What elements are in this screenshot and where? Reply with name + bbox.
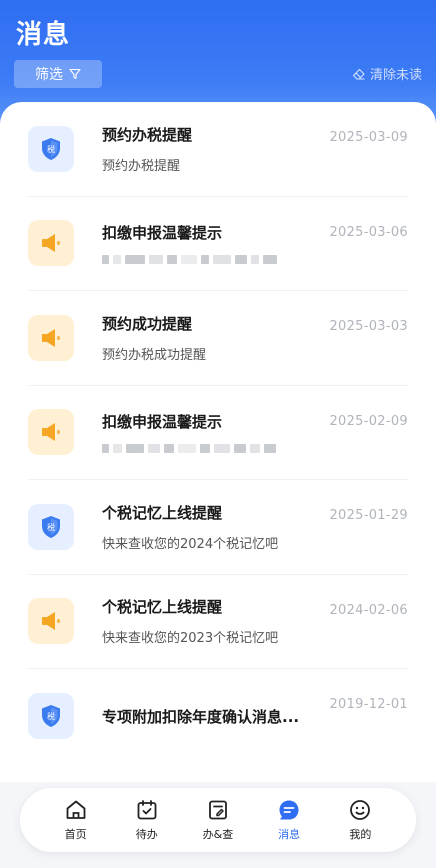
message-item[interactable]: 个税记忆上线提醒 快来查收您的2023个税记忆吧 2024-02-06: [28, 575, 408, 669]
clear-unread-label: 清除未读: [369, 68, 422, 83]
tax-shield-icon: 税: [28, 125, 74, 172]
message-item[interactable]: 扣缴申报温馨提示 2025-03-06: [28, 197, 408, 291]
message-icon: [279, 800, 299, 820]
message-title: 个税记忆上线提醒: [102, 503, 223, 522]
message-title: 扣缴申报温馨提示: [102, 412, 223, 431]
message-date: 2025-03-06: [329, 224, 408, 240]
svg-text:税: 税: [47, 144, 55, 154]
document-edit-icon: [209, 800, 227, 820]
message-card: 税 预约办税提醒 预约办税提醒 2025-03-09 扣缴申报温馨提示 2025…: [0, 102, 436, 782]
message-title: 预约成功提醒: [102, 314, 193, 333]
message-subtitle: 预约办税提醒: [102, 158, 181, 174]
tax-shield-icon: 税: [28, 503, 74, 550]
message-subtitle: 快来查收您的2023个税记忆吧: [102, 631, 279, 647]
calendar-check-icon: [137, 800, 157, 820]
message-item[interactable]: 税 个税记忆上线提醒 快来查收您的2024个税记忆吧 2025-01-29: [28, 480, 408, 575]
speaker-icon: [28, 598, 74, 645]
message-list: 税 预约办税提醒 预约办税提醒 2025-03-09 扣缴申报温馨提示 2025…: [0, 102, 436, 764]
message-date: 2025-03-09: [329, 130, 408, 145]
message-item[interactable]: 税 专项附加扣除年度确认消息... 2019-12-01: [28, 669, 408, 764]
message-title: 个税记忆上线提醒: [102, 598, 223, 617]
message-date: 2025-01-29: [329, 508, 408, 523]
smile-icon: [350, 800, 371, 820]
tab-handle-query[interactable]: 办&查: [192, 798, 244, 842]
message-date: 2019-12-01: [329, 697, 408, 712]
filter-label: 筛选: [35, 67, 63, 83]
message-title: 预约办税提醒: [102, 125, 193, 144]
message-item[interactable]: 扣缴申报温馨提示 2025-02-09: [28, 386, 408, 480]
message-subtitle: 预约办税成功提醒: [102, 347, 207, 363]
message-date: 2025-02-09: [329, 413, 408, 429]
tab-home[interactable]: 首页: [50, 798, 102, 842]
message-subtitle: 快来查收您的2024个税记忆吧: [102, 536, 279, 552]
svg-text:税: 税: [47, 522, 55, 532]
tax-shield-icon: 税: [28, 693, 74, 740]
tab-label: 办&查: [202, 828, 234, 841]
tab-label: 首页: [64, 828, 87, 841]
redacted-text: [102, 444, 408, 454]
message-item[interactable]: 税 预约办税提醒 预约办税提醒 2025-03-09: [28, 102, 408, 197]
tab-todo[interactable]: 待办: [121, 798, 173, 842]
speaker-icon: [28, 409, 74, 456]
filter-button[interactable]: 筛选: [14, 60, 102, 88]
message-date: 2024-02-06: [329, 602, 408, 618]
tab-label: 我的: [349, 828, 372, 841]
speaker-icon: [28, 220, 74, 267]
bottom-tab-bar: 首页 待办 办&查 消息 我的: [20, 788, 416, 852]
message-item[interactable]: 预约成功提醒 预约办税成功提醒 2025-03-03: [28, 291, 408, 386]
message-title: 扣缴申报温馨提示: [102, 223, 223, 242]
speaker-icon: [28, 314, 74, 361]
clear-unread-button[interactable]: 清除未读: [352, 64, 422, 83]
tab-mine[interactable]: 我的: [334, 798, 386, 842]
funnel-icon: [69, 68, 81, 80]
page-title: 消息: [16, 20, 71, 50]
svg-text:税: 税: [47, 711, 55, 721]
message-title: 专项附加扣除年度确认消息...: [102, 707, 300, 726]
redacted-text: [102, 255, 408, 265]
message-date: 2025-03-03: [329, 319, 408, 334]
tab-label: 待办: [135, 828, 158, 841]
tab-label: 消息: [278, 828, 301, 841]
eraser-icon: [352, 68, 365, 80]
tab-messages[interactable]: 消息: [263, 798, 315, 842]
home-icon: [66, 800, 85, 819]
